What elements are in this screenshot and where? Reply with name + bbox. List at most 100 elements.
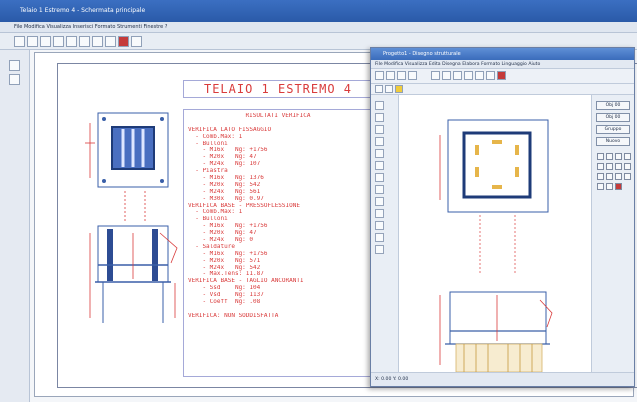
secondary-drawing-canvas[interactable] <box>400 95 590 373</box>
tool-icon[interactable] <box>431 71 440 80</box>
swatch-icon[interactable] <box>615 163 622 170</box>
zoom-icon[interactable] <box>66 36 77 47</box>
swatch-icon[interactable] <box>624 153 631 160</box>
palette-tool-icon[interactable] <box>375 149 384 158</box>
tool-icon[interactable] <box>385 85 393 93</box>
report-line: - M16x Ng: 1376 <box>188 175 264 182</box>
report-line: - M24x Ng: 107 <box>188 161 261 168</box>
open-icon[interactable] <box>27 36 38 47</box>
secondary-toolbar-2 <box>371 84 634 95</box>
secondary-menu-items[interactable]: File Modifica Visualizza Edita Disegna E… <box>375 62 540 67</box>
report-line: - Vsd Ng: 1137 <box>188 292 264 299</box>
report-line: - M24x Ng: 561 <box>188 188 261 195</box>
stop-icon[interactable] <box>118 36 129 47</box>
swatch-icon[interactable] <box>606 173 613 180</box>
help-icon[interactable] <box>131 36 142 47</box>
select-tool-icon[interactable] <box>9 60 20 71</box>
report-line <box>188 306 368 313</box>
report-line: - Comb.Max: 1 <box>188 209 243 216</box>
tool-icon[interactable] <box>395 85 403 93</box>
report-line: - M16x Ng: +1756 <box>188 147 268 154</box>
report-line: VERIFICA LATO FISSAGGIO <box>188 126 272 133</box>
report-line: - M16x Ng: +1756 <box>188 223 268 230</box>
swatch-icon[interactable] <box>615 173 622 180</box>
report-line: VERIFICA BASE - TAGLIO ANCORANTI <box>188 278 304 285</box>
pan-tool-icon[interactable] <box>9 74 20 85</box>
panel-button-obj[interactable]: Obj 00 <box>596 101 630 110</box>
swatch-icon[interactable] <box>606 183 613 190</box>
panel-button-obj-2[interactable]: Obj 00 <box>596 113 630 122</box>
tool-icon[interactable] <box>375 71 384 80</box>
tool-icon[interactable] <box>397 71 406 80</box>
menu-items[interactable]: File Modifica Visualizza Inserisci Forma… <box>14 24 167 30</box>
report-line: RISULTATI VERIFICA <box>245 113 311 119</box>
left-tool-strip <box>0 50 30 402</box>
swatch-icon[interactable] <box>597 183 604 190</box>
secondary-menu-bar[interactable]: File Modifica Visualizza Edita Disegna E… <box>371 60 634 69</box>
secondary-property-panel: Obj 00 Obj 00 Gruppo Nuovo <box>591 95 634 372</box>
report-line: - Bulloni <box>188 140 228 147</box>
secondary-window-title: Progetto1 - Disegno strutturale <box>383 51 461 57</box>
report-line: - Max.Tens: 11.87 <box>188 271 264 278</box>
tool-icon[interactable] <box>375 85 383 93</box>
palette-tool-icon[interactable] <box>375 113 384 122</box>
connection-drawing-right <box>439 119 553 373</box>
palette-tool-icon[interactable] <box>375 137 384 146</box>
palette-tool-icon[interactable] <box>375 221 384 230</box>
tool-icon[interactable] <box>464 71 473 80</box>
palette-tool-icon[interactable] <box>375 125 384 134</box>
save-icon[interactable] <box>40 36 51 47</box>
tool-icon[interactable] <box>453 71 462 80</box>
palette-tool-icon[interactable] <box>375 233 384 242</box>
panel-button-group[interactable]: Gruppo <box>596 125 630 134</box>
print-icon[interactable] <box>53 36 64 47</box>
status-coordinates: X: 0.00 Y: 0.00 <box>375 377 409 382</box>
report-line: - Saldature <box>188 243 235 250</box>
color-icon[interactable] <box>105 36 116 47</box>
swatch-icon[interactable] <box>615 153 622 160</box>
tool-icon[interactable] <box>386 71 395 80</box>
swatch-icon[interactable] <box>606 153 613 160</box>
palette-tool-icon[interactable] <box>375 209 384 218</box>
palette-tool-icon[interactable] <box>375 245 384 254</box>
bolt-icon <box>102 117 106 121</box>
swatch-icon[interactable] <box>615 183 622 190</box>
frame-icon[interactable] <box>79 36 90 47</box>
panel-button-new[interactable]: Nuovo <box>596 137 630 146</box>
tool-icon[interactable] <box>442 71 451 80</box>
swatch-icon[interactable] <box>606 163 613 170</box>
swatch-icon[interactable] <box>624 163 631 170</box>
secondary-window-title-bar: Progetto1 - Disegno strutturale <box>371 48 634 60</box>
report-line: - Piastra <box>188 168 228 175</box>
new-icon[interactable] <box>14 36 25 47</box>
palette-tool-icon[interactable] <box>375 173 384 182</box>
title-bar: Telaio 1 Estremo 4 - Schermata principal… <box>0 0 637 22</box>
palette-tool-icon[interactable] <box>375 101 384 110</box>
palette-tool-icon[interactable] <box>375 197 384 206</box>
window-title: Telaio 1 Estremo 4 - Schermata principal… <box>20 7 146 14</box>
swatch-icon[interactable] <box>597 173 604 180</box>
tool-icon[interactable] <box>486 71 495 80</box>
elevation-view <box>449 291 547 345</box>
swatch-icon[interactable] <box>597 153 604 160</box>
report-line: - M16x Ng: +1756 <box>188 250 268 257</box>
swatch-icon[interactable] <box>597 163 604 170</box>
menu-bar[interactable]: File Modifica Visualizza Inserisci Forma… <box>0 22 637 33</box>
secondary-window[interactable]: Progetto1 - Disegno strutturale File Mod… <box>370 47 635 387</box>
report-line: - M20x Ng: 47 <box>188 154 257 161</box>
palette-tool-icon[interactable] <box>375 185 384 194</box>
foundation-block <box>455 343 543 373</box>
palette-tool-icon[interactable] <box>375 161 384 170</box>
report-line: - M20x Ng: 47 <box>188 230 257 237</box>
report-line <box>188 120 368 127</box>
tool-icon[interactable] <box>408 71 417 80</box>
report-line: - Coeff Ng: .08 <box>188 299 261 306</box>
delete-icon[interactable] <box>497 71 506 80</box>
drawing-title: TELAIO 1 ESTREMO 4 <box>183 80 373 98</box>
layers-icon[interactable] <box>92 36 103 47</box>
swatch-icon[interactable] <box>624 173 631 180</box>
report-line: - M30x Ng: 0.97 <box>188 195 264 202</box>
column-flange-left <box>107 229 113 281</box>
report-line: - Ssd Ng: 104 <box>188 285 261 292</box>
tool-icon[interactable] <box>475 71 484 80</box>
